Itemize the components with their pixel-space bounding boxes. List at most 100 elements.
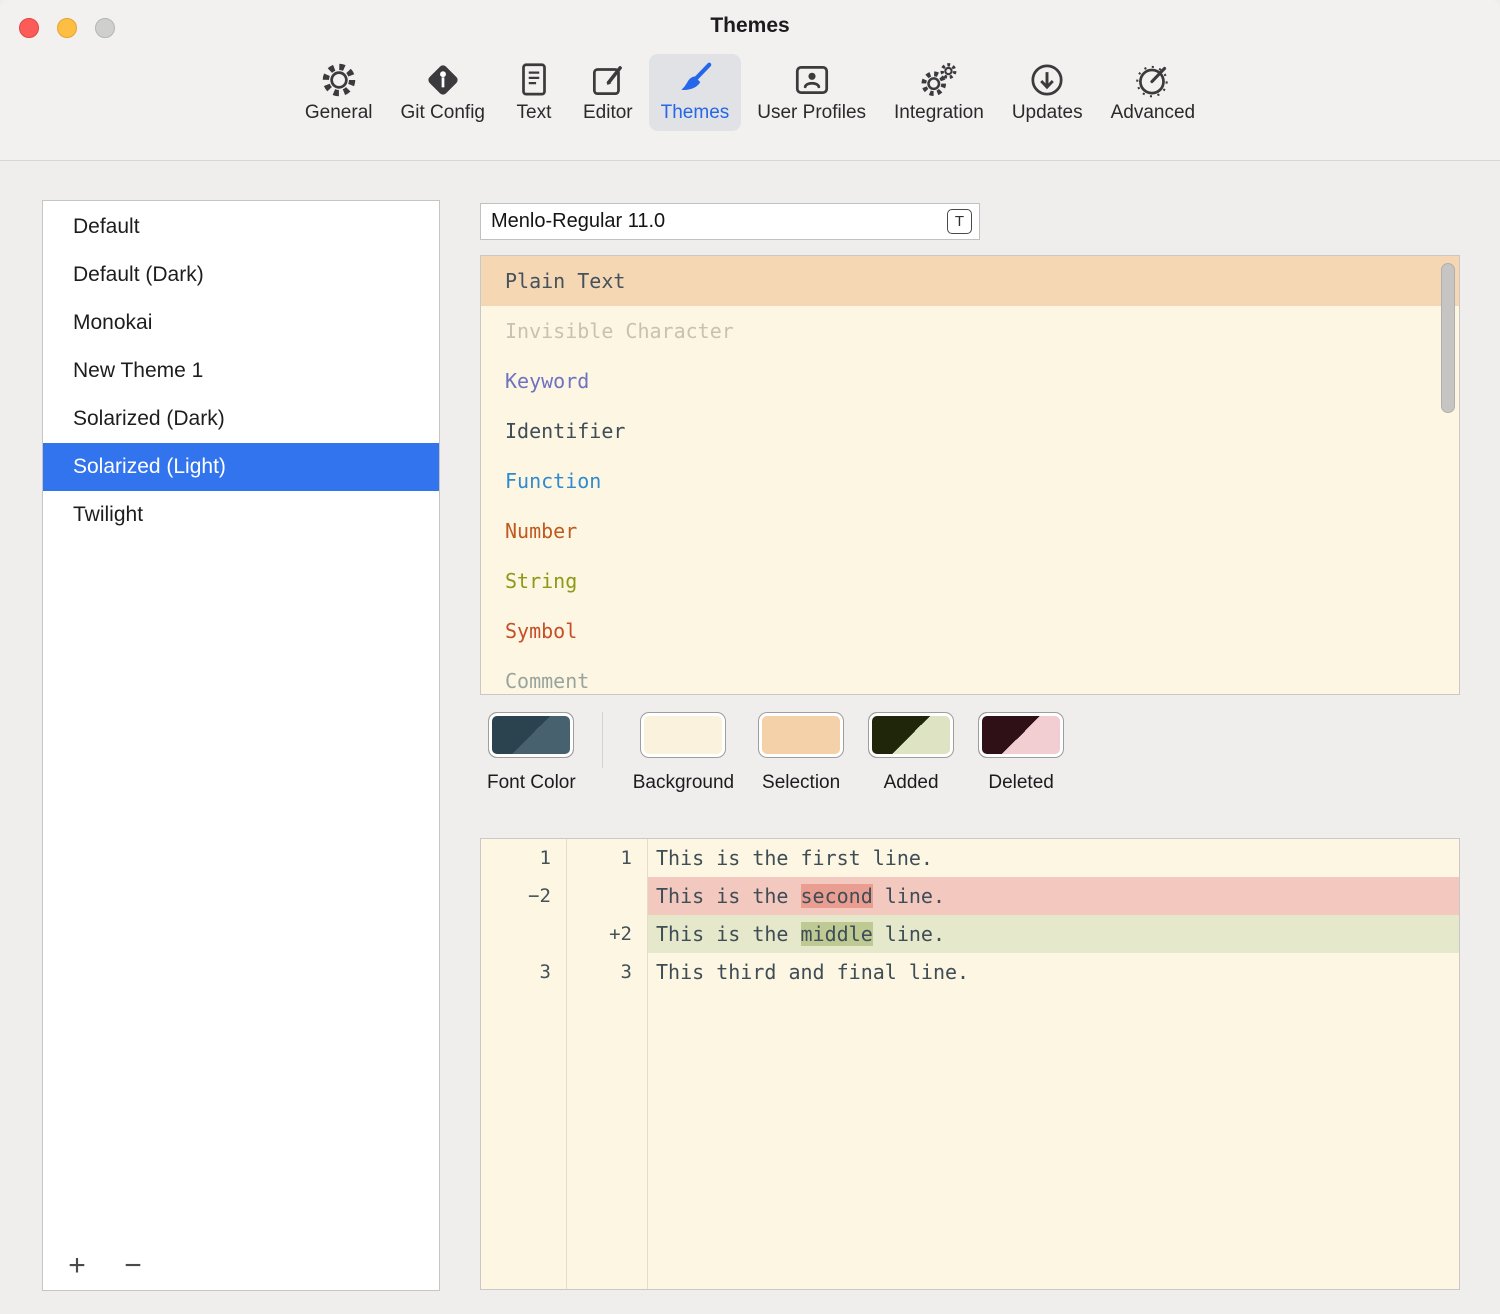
swatch-separator [602,712,603,768]
swatch-label: Deleted [988,772,1054,794]
token-row-comment[interactable]: Comment [481,656,1459,695]
toolbar-item-integration[interactable]: Integration [882,54,996,131]
theme-item-solarized-dark[interactable]: Solarized (Dark) [43,395,439,443]
theme-item-new-theme-1[interactable]: New Theme 1 [43,347,439,395]
toolbar-item-updates[interactable]: Updates [1000,54,1095,131]
theme-item-default-dark[interactable]: Default (Dark) [43,251,439,299]
swatch-label: Selection [762,772,840,794]
diff-new-line-number [566,877,647,915]
diff-text-segment: This third and final line. [656,960,969,984]
diff-word-highlight: middle [801,922,873,946]
theme-item-default[interactable]: Default [43,203,439,251]
diff-text-segment: This is the first line. [656,846,933,870]
toolbar-item-user-profiles[interactable]: User Profiles [745,54,878,131]
toolbar-item-label: General [305,102,373,124]
token-row-number[interactable]: Number [481,506,1459,556]
swatch-label: Font Color [487,772,576,794]
token-row-invisible-character[interactable]: Invisible Character [481,306,1459,356]
diff-row: −2This is the second line. [481,877,1459,915]
advanced-dial-icon [1132,59,1174,101]
diff-line-text: This is the second line. [647,877,1459,915]
add-theme-button[interactable]: + [65,1250,89,1282]
toolbar-item-themes[interactable]: Themes [649,54,742,131]
added-swatch[interactable] [868,712,954,758]
diff-old-line-number [481,915,566,953]
theme-list: DefaultDefault (Dark)MonokaiNew Theme 1S… [43,201,439,539]
font-picker-button[interactable]: T [947,209,972,234]
background-swatch[interactable] [640,712,726,758]
preferences-toolbar: General Git Config Text Editor Themes User Pr… [0,54,1500,131]
user-profiles-card-icon [791,59,833,101]
toolbar-item-label: Integration [894,102,984,124]
token-row-symbol[interactable]: Symbol [481,606,1459,656]
diff-text-segment: line. [873,922,945,946]
swatch-group-selection: Selection [758,712,844,794]
toolbar-item-text[interactable]: Text [501,54,567,131]
diff-column-divider [647,839,648,1289]
font-field-value: Menlo-Regular 11.0 [491,210,947,233]
diff-line-text: This is the middle line. [647,915,1459,953]
diff-text-segment: This is the [656,884,801,908]
themes-brush-icon [674,59,716,101]
deleted-swatch[interactable] [978,712,1064,758]
diff-row: 33 This third and final line. [481,953,1459,991]
swatch-group-deleted: Deleted [978,712,1064,794]
remove-theme-button[interactable]: − [121,1250,145,1282]
titlebar: Themes General Git Config Text Editor Themes… [0,0,1500,161]
toolbar-item-general[interactable]: General [293,54,385,131]
token-row-identifier[interactable]: Identifier [481,406,1459,456]
swatch-group-added: Added [868,712,954,794]
diff-new-line-number: +2 [566,915,647,953]
diff-text-segment: This is the [656,922,801,946]
theme-list-panel: DefaultDefault (Dark)MonokaiNew Theme 1S… [42,200,440,1291]
diff-line-text: This is the first line. [647,839,1459,877]
git-config-icon [422,59,464,101]
theme-item-twilight[interactable]: Twilight [43,491,439,539]
token-row-string[interactable]: String [481,556,1459,606]
theme-list-actions: + − [65,1250,145,1282]
toolbar-item-label: User Profiles [757,102,866,124]
editor-pencil-icon [587,59,629,101]
diff-old-line-number: 3 [481,953,566,991]
color-swatches: Font Color Background Selection Added Delete… [487,712,1064,794]
swatch-label: Background [633,772,734,794]
selection-swatch[interactable] [758,712,844,758]
token-preview: Plain TextInvisible CharacterKeywordIden… [480,255,1460,695]
diff-row: 11 This is the first line. [481,839,1459,877]
swatch-label: Added [884,772,939,794]
diff-old-line-number: 1 [481,839,566,877]
toolbar-item-git-config[interactable]: Git Config [389,54,497,131]
theme-item-solarized-light[interactable]: Solarized (Light) [43,443,439,491]
diff-text-segment: line. [873,884,945,908]
swatch-group-background: Background [633,712,734,794]
diff-rows: 11 This is the first line. −2This is the s… [481,839,1459,991]
toolbar-item-label: Themes [661,102,730,124]
swatch-group-font-color: Font Color [487,712,576,794]
font-field[interactable]: Menlo-Regular 11.0 T [480,203,980,240]
toolbar-item-label: Advanced [1111,102,1196,124]
toolbar-item-label: Updates [1012,102,1083,124]
diff-new-line-number: 1 [566,839,647,877]
token-rows: Plain TextInvisible CharacterKeywordIden… [481,256,1459,695]
text-document-icon [513,59,555,101]
toolbar-item-label: Editor [583,102,633,124]
integration-gears-icon [918,59,960,101]
diff-word-highlight: second [801,884,873,908]
toolbar-item-label: Text [517,102,552,124]
general-gear-icon [318,59,360,101]
token-row-keyword[interactable]: Keyword [481,356,1459,406]
token-row-plain-text[interactable]: Plain Text [481,256,1459,306]
updates-download-icon [1026,59,1068,101]
toolbar-item-editor[interactable]: Editor [571,54,645,131]
diff-column-divider [566,839,567,1289]
diff-preview: 11 This is the first line. −2This is the s… [480,838,1460,1290]
token-row-function[interactable]: Function [481,456,1459,506]
scrollbar-thumb[interactable] [1441,263,1455,413]
diff-row: +2This is the middle line. [481,915,1459,953]
diff-new-line-number: 3 [566,953,647,991]
preferences-window: Themes General Git Config Text Editor Themes… [0,0,1500,1314]
font-color-swatch[interactable] [488,712,574,758]
toolbar-item-advanced[interactable]: Advanced [1099,54,1208,131]
window-title: Themes [0,14,1500,38]
theme-item-monokai[interactable]: Monokai [43,299,439,347]
